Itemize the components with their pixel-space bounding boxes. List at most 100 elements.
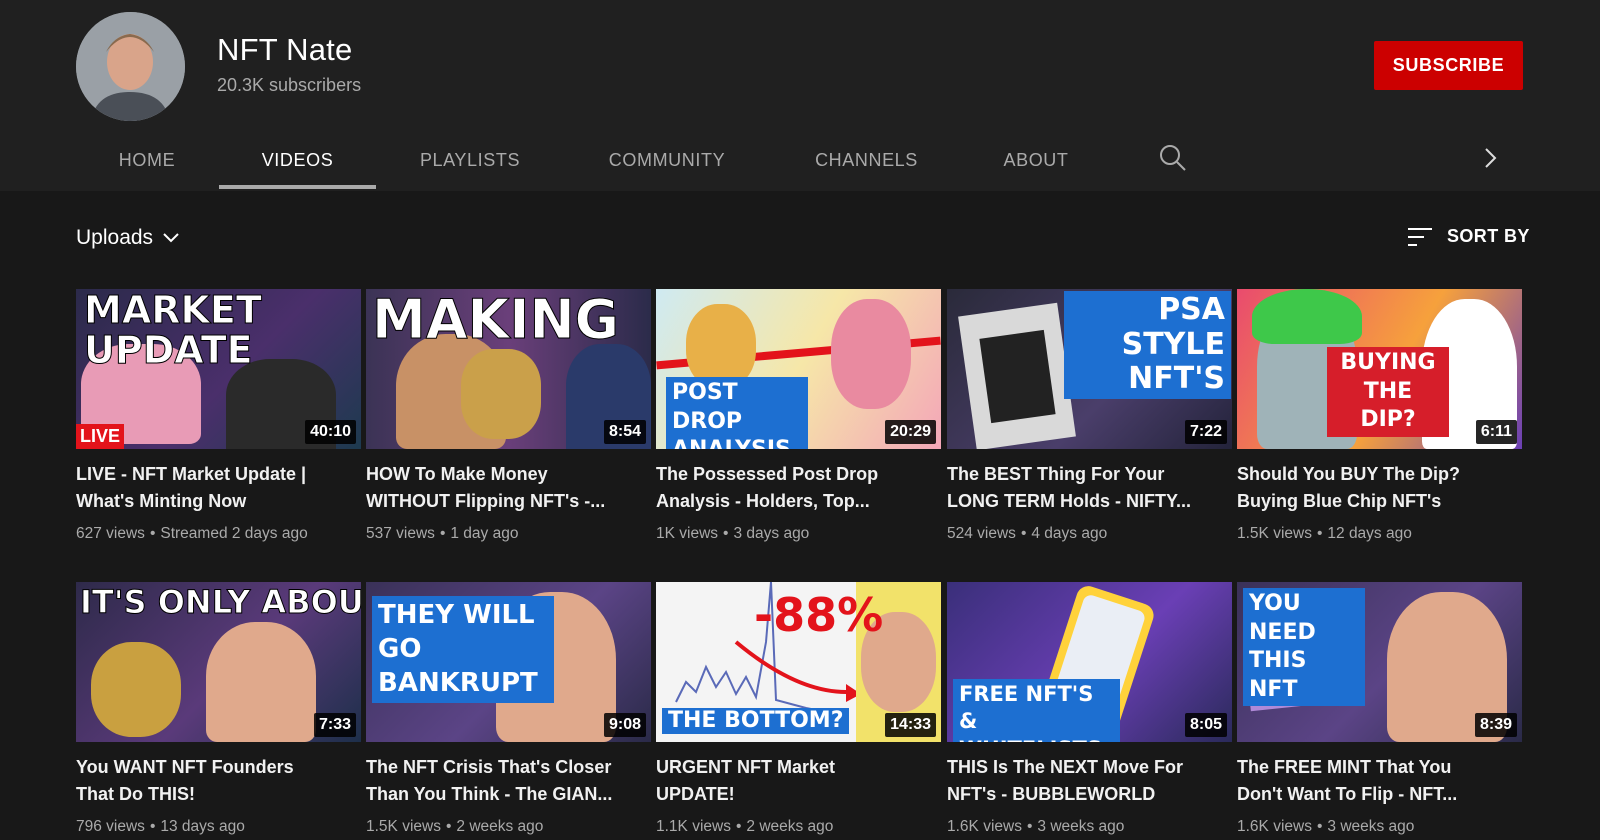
tab-playlists[interactable]: PLAYLISTS [410, 130, 530, 191]
video-card[interactable]: YOU NEED THIS NFT 8:39 The FREE MINT Tha… [1237, 582, 1522, 836]
thumbnail-text: -88% [754, 588, 884, 642]
title-line: The FREE MINT That You [1237, 757, 1452, 777]
title-line: What's Minting Now [76, 491, 247, 511]
upload-age: 3 days ago [733, 525, 810, 542]
video-duration: 9:08 [603, 713, 646, 737]
live-badge: LIVE [76, 424, 125, 449]
thumb-person [206, 622, 316, 742]
title-line: The BEST Thing For Your [947, 464, 1165, 484]
video-title[interactable]: The BEST Thing For Your LONG TERM Holds -… [947, 461, 1232, 515]
thumbnail-text: BUYING THE DIP? [1327, 347, 1449, 437]
upload-age: 2 weeks ago [746, 818, 834, 835]
view-count: 1K views [656, 525, 719, 542]
sort-by-button[interactable]: SORT BY [1407, 226, 1530, 247]
video-title[interactable]: URGENT NFT Market UPDATE! [656, 754, 941, 808]
video-meta: 524 views • 4 days ago [947, 525, 1108, 542]
video-title[interactable]: Should You BUY The Dip? Buying Blue Chip … [1237, 461, 1522, 515]
active-tab-indicator [219, 185, 376, 189]
thumbnail-subtext: THE BOTTOM? [662, 708, 850, 734]
video-card[interactable]: PSA STYLE NFT'S 7:22 The BEST Thing For … [947, 289, 1232, 543]
title-line: Than You Think - The GIAN... [366, 784, 613, 804]
video-thumbnail[interactable]: -88% THE BOTTOM? 14:33 [656, 582, 941, 742]
video-title[interactable]: LIVE - NFT Market Update | What's Minting… [76, 461, 361, 515]
view-count: 537 views [366, 525, 435, 542]
video-card[interactable]: -88% THE BOTTOM? 14:33 URGENT NFT Market… [656, 582, 941, 836]
video-thumbnail[interactable]: MAKING 8:54 [366, 289, 651, 449]
video-meta: 1K views • 3 days ago [656, 525, 810, 542]
view-count: 627 views [76, 525, 145, 542]
search-icon[interactable] [1158, 143, 1188, 173]
video-duration: 7:33 [313, 713, 356, 737]
subscriber-count: 20.3K subscribers [217, 75, 362, 95]
thumbnail-text: FREE NFT'S & WHITELISTS [953, 679, 1120, 742]
upload-age: 12 days ago [1327, 525, 1412, 542]
video-meta: 1.1K views • 2 weeks ago [656, 818, 834, 835]
video-card[interactable]: MARKET UPDATE LIVE 40:10 LIVE - NFT Mark… [76, 289, 361, 543]
video-thumbnail[interactable]: MARKET UPDATE LIVE 40:10 [76, 289, 361, 449]
title-line: Buying Blue Chip NFT's [1237, 491, 1442, 511]
video-title[interactable]: The FREE MINT That You Don't Want To Flip… [1237, 754, 1522, 808]
video-thumbnail[interactable]: BUYING THE DIP? 6:11 [1237, 289, 1522, 449]
video-meta: 1.6K views • 3 weeks ago [1237, 818, 1415, 835]
video-duration: 8:39 [1474, 713, 1517, 737]
view-count: 1.1K views [656, 818, 731, 835]
title-line: Don't Want To Flip - NFT... [1237, 784, 1458, 804]
title-line: LIVE - NFT Market Update | [76, 464, 307, 484]
title-line: Should You BUY The Dip? [1237, 464, 1460, 484]
tab-community[interactable]: COMMUNITY [597, 130, 737, 191]
title-line: NFT's - BUBBLEWORLD [947, 784, 1156, 804]
title-line: HOW To Make Money [366, 464, 548, 484]
video-card[interactable]: MAKING 8:54 HOW To Make Money WITHOUT Fli… [366, 289, 651, 543]
video-thumbnail[interactable]: FREE NFT'S & WHITELISTS 8:05 [947, 582, 1232, 742]
thumbnail-text: MARKET UPDATE [84, 289, 263, 372]
uploads-dropdown[interactable]: Uploads [76, 226, 181, 250]
sort-by-label: SORT BY [1447, 226, 1530, 246]
video-title[interactable]: The NFT Crisis That's Closer Than You Thi… [366, 754, 651, 808]
upload-age: 4 days ago [1031, 525, 1108, 542]
video-card[interactable]: FREE NFT'S & WHITELISTS 8:05 THIS Is The… [947, 582, 1232, 836]
video-card[interactable]: THEY WILL GO BANKRUPT 9:08 The NFT Crisi… [366, 582, 651, 836]
upload-age: 3 weeks ago [1327, 818, 1415, 835]
tab-about[interactable]: ABOUT [995, 130, 1077, 191]
video-thumbnail[interactable]: IT'S ONLY ABOUT 7:33 [76, 582, 361, 742]
money-bag-art [91, 642, 181, 737]
video-title[interactable]: HOW To Make Money WITHOUT Flipping NFT's … [366, 461, 651, 515]
video-duration: 7:22 [1184, 420, 1227, 444]
money-bag-art [461, 349, 541, 439]
tab-home[interactable]: HOME [108, 130, 186, 191]
thumbnail-text: IT'S ONLY ABOUT [80, 583, 361, 621]
channel-avatar[interactable] [76, 12, 185, 121]
thumb-art [979, 329, 1056, 424]
title-line: You WANT NFT Founders [76, 757, 294, 777]
title-line: WITHOUT Flipping NFT's -... [366, 491, 606, 511]
view-count: 1.5K views [366, 818, 441, 835]
video-title[interactable]: You WANT NFT Founders That Do THIS! [76, 754, 361, 808]
chevron-right-icon[interactable] [1478, 144, 1502, 172]
video-card[interactable]: IT'S ONLY ABOUT 7:33 You WANT NFT Founde… [76, 582, 361, 836]
video-thumbnail[interactable]: THEY WILL GO BANKRUPT 9:08 [366, 582, 651, 742]
video-duration: 6:11 [1475, 420, 1517, 444]
view-count: 1.6K views [947, 818, 1022, 835]
view-count: 1.5K views [1237, 525, 1312, 542]
uploads-label: Uploads [76, 226, 154, 249]
video-meta: 1.5K views • 2 weeks ago [366, 818, 544, 835]
video-card[interactable]: BUYING THE DIP? 6:11 Should You BUY The … [1237, 289, 1522, 543]
thumbnail-text: PSA STYLE NFT'S [1064, 291, 1231, 399]
title-line: The NFT Crisis That's Closer [366, 757, 612, 777]
video-thumbnail[interactable]: POST DROP ANALYSIS 20:29 [656, 289, 941, 449]
video-thumbnail[interactable]: YOU NEED THIS NFT 8:39 [1237, 582, 1522, 742]
tab-videos[interactable]: VIDEOS [219, 130, 376, 191]
video-title[interactable]: The Possessed Post Drop Analysis - Holder… [656, 461, 941, 515]
video-title[interactable]: THIS Is The NEXT Move For NFT's - BUBBLEW… [947, 754, 1232, 808]
video-card[interactable]: POST DROP ANALYSIS 20:29 The Possessed P… [656, 289, 941, 543]
video-duration: 40:10 [305, 420, 356, 444]
video-duration: 20:29 [885, 420, 936, 444]
upload-age: 13 days ago [160, 818, 245, 835]
subscribe-button[interactable]: SUBSCRIBE [1374, 41, 1523, 90]
video-meta: 627 views • Streamed 2 days ago [76, 525, 308, 542]
channel-header: NFT Nate 20.3K subscribers SUBSCRIBE HOM… [0, 0, 1600, 191]
tab-channels[interactable]: CHANNELS [804, 130, 929, 191]
video-meta: 1.5K views • 12 days ago [1237, 525, 1412, 542]
video-thumbnail[interactable]: PSA STYLE NFT'S 7:22 [947, 289, 1232, 449]
upload-age: Streamed 2 days ago [160, 525, 308, 542]
